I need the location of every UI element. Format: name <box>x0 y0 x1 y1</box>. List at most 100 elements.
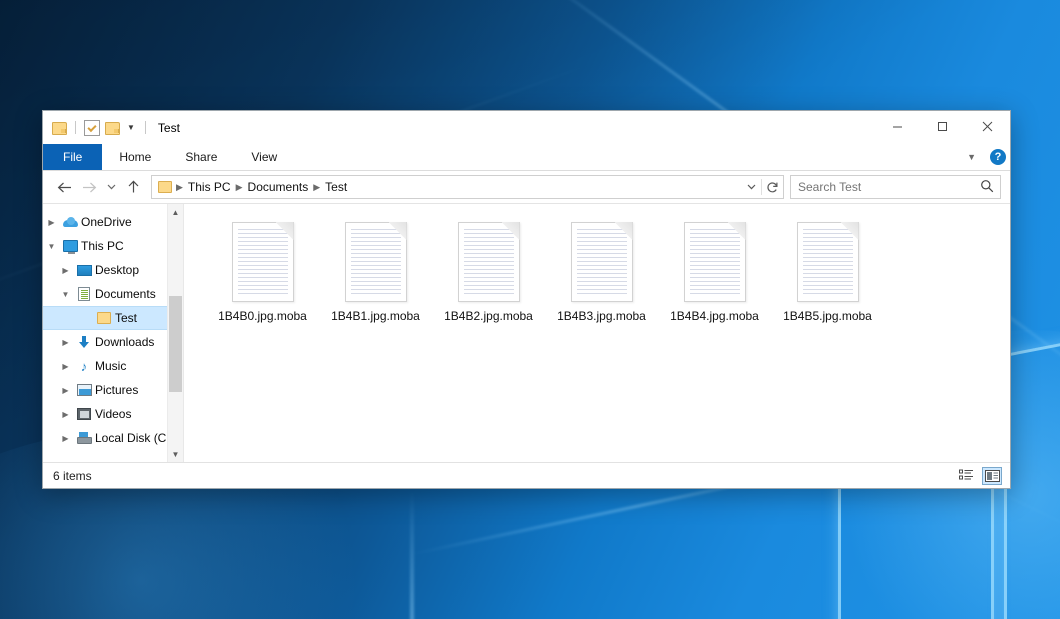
breadcrumb-item-documents[interactable]: Documents <box>244 180 313 194</box>
search-icon[interactable] <box>980 179 996 196</box>
forward-button[interactable] <box>77 175 102 199</box>
close-button[interactable] <box>965 111 1010 142</box>
window-controls <box>875 111 1010 144</box>
breadcrumb-item-this-pc[interactable]: This PC <box>184 180 235 194</box>
breadcrumb-separator-icon: ▶ <box>235 182 244 193</box>
scroll-down-arrow-icon[interactable]: ▼ <box>168 446 183 462</box>
videos-icon <box>74 408 94 420</box>
file-item[interactable]: 1B4B3.jpg.moba <box>545 218 658 323</box>
sidebar-item-test[interactable]: Test <box>43 306 183 330</box>
item-count-label: 6 items <box>53 469 92 483</box>
music-icon: ♪ <box>74 360 94 373</box>
chevron-down-icon[interactable]: ▼ <box>57 290 74 299</box>
navigation-pane: ▶ OneDrive ▼ This PC ▶ Desktop <box>43 204 184 462</box>
file-name: 1B4B2.jpg.moba <box>444 309 533 323</box>
tab-view[interactable]: View <box>234 144 294 170</box>
ribbon-tab-bar: File Home Share View ▼ ? <box>43 144 1010 171</box>
sidebar-item-label: Desktop <box>94 263 139 277</box>
chevron-right-icon[interactable]: ▶ <box>57 386 74 395</box>
sidebar-item-documents[interactable]: ▼ Documents <box>43 282 183 306</box>
address-folder-icon <box>158 181 172 193</box>
sidebar-item-videos[interactable]: ▶ Videos <box>43 402 183 426</box>
title-bar[interactable]: ▼ Test <box>43 111 1010 144</box>
sidebar-item-local-disk[interactable]: ▶ Local Disk (C:) <box>43 426 183 450</box>
file-item[interactable]: 1B4B0.jpg.moba <box>206 218 319 323</box>
back-button[interactable] <box>52 175 77 199</box>
chevron-right-icon[interactable]: ▶ <box>57 338 74 347</box>
folder-icon[interactable] <box>52 121 67 134</box>
file-name: 1B4B3.jpg.moba <box>557 309 646 323</box>
scroll-up-arrow-icon[interactable]: ▲ <box>168 204 183 220</box>
downloads-icon <box>74 336 94 349</box>
pictures-icon <box>74 384 94 396</box>
toolbar-divider <box>75 121 76 134</box>
maximize-button[interactable] <box>920 111 965 142</box>
sidebar-item-downloads[interactable]: ▶ Downloads <box>43 330 183 354</box>
expand-ribbon-chevron-down-icon[interactable]: ▼ <box>963 152 980 162</box>
navigation-bar: ▶ This PC ▶ Documents ▶ Test <box>43 171 1010 203</box>
sidebar-item-desktop[interactable]: ▶ Desktop <box>43 258 183 282</box>
properties-icon[interactable] <box>84 120 100 136</box>
generic-file-icon <box>684 222 746 302</box>
sidebar-item-label: Videos <box>94 407 131 421</box>
disk-icon <box>74 432 94 444</box>
sidebar-item-label: OneDrive <box>80 215 132 229</box>
file-item[interactable]: 1B4B5.jpg.moba <box>771 218 884 323</box>
cloud-icon <box>60 217 80 227</box>
search-input[interactable] <box>798 180 980 194</box>
documents-icon <box>74 287 94 301</box>
tab-file[interactable]: File <box>43 144 102 170</box>
view-mode-buttons <box>956 467 1002 485</box>
chevron-right-icon[interactable]: ▶ <box>57 266 74 275</box>
generic-file-icon <box>571 222 633 302</box>
window-title: Test <box>158 121 180 135</box>
sidebar-item-label: Downloads <box>94 335 154 349</box>
breadcrumb: ▶ This PC ▶ Documents ▶ Test <box>175 180 741 194</box>
new-folder-icon[interactable] <box>105 121 120 134</box>
up-button[interactable] <box>121 175 146 199</box>
quick-access-toolbar: ▼ <box>43 120 149 136</box>
file-name: 1B4B4.jpg.moba <box>670 309 759 323</box>
sidebar-item-pictures[interactable]: ▶ Pictures <box>43 378 183 402</box>
tab-share[interactable]: Share <box>168 144 234 170</box>
refresh-icon[interactable] <box>762 177 782 197</box>
file-item[interactable]: 1B4B4.jpg.moba <box>658 218 771 323</box>
file-name: 1B4B0.jpg.moba <box>218 309 307 323</box>
address-dropdown-chevron-down-icon[interactable] <box>741 177 761 197</box>
explorer-body: ▶ OneDrive ▼ This PC ▶ Desktop <box>43 203 1010 462</box>
customize-caret-icon[interactable]: ▼ <box>125 124 137 132</box>
minimize-button[interactable] <box>875 111 920 142</box>
sidebar-item-this-pc[interactable]: ▼ This PC <box>43 234 183 258</box>
file-list-view[interactable]: 1B4B0.jpg.moba 1B4B1.jpg.moba 1B4B2.jpg.… <box>184 204 1010 462</box>
help-icon[interactable]: ? <box>990 149 1006 165</box>
chevron-right-icon[interactable]: ▶ <box>57 434 74 443</box>
details-view-button[interactable] <box>956 467 976 485</box>
sidebar-item-label: Documents <box>94 287 156 301</box>
file-item[interactable]: 1B4B1.jpg.moba <box>319 218 432 323</box>
scrollbar-thumb[interactable] <box>169 296 182 392</box>
breadcrumb-item-test[interactable]: Test <box>321 180 351 194</box>
file-explorer-window: ▼ Test File Home Share View <box>42 110 1011 489</box>
wallpaper-streak <box>410 490 414 619</box>
generic-file-icon <box>797 222 859 302</box>
file-item[interactable]: 1B4B2.jpg.moba <box>432 218 545 323</box>
chevron-right-icon[interactable]: ▶ <box>57 362 74 371</box>
search-box[interactable] <box>790 175 1001 199</box>
sidebar-item-label: Local Disk (C:) <box>94 431 174 445</box>
sidebar-scrollbar[interactable]: ▲ ▼ <box>167 204 183 462</box>
breadcrumb-separator-icon: ▶ <box>312 182 321 193</box>
large-icons-view-button[interactable] <box>982 467 1002 485</box>
recent-locations-chevron-down-icon[interactable] <box>102 175 121 199</box>
folder-icon <box>94 312 114 324</box>
breadcrumb-separator-icon: ▶ <box>175 182 184 193</box>
chevron-right-icon[interactable]: ▶ <box>57 410 74 419</box>
toolbar-divider <box>145 121 146 134</box>
sidebar-item-onedrive[interactable]: ▶ OneDrive <box>43 210 183 234</box>
chevron-down-icon[interactable]: ▼ <box>43 242 60 251</box>
chevron-right-icon[interactable]: ▶ <box>43 218 60 227</box>
file-name: 1B4B1.jpg.moba <box>331 309 420 323</box>
sidebar-item-music[interactable]: ▶ ♪ Music <box>43 354 183 378</box>
address-bar[interactable]: ▶ This PC ▶ Documents ▶ Test <box>151 175 784 199</box>
tab-home[interactable]: Home <box>102 144 168 170</box>
wallpaper-logo-pane <box>1004 322 1060 619</box>
